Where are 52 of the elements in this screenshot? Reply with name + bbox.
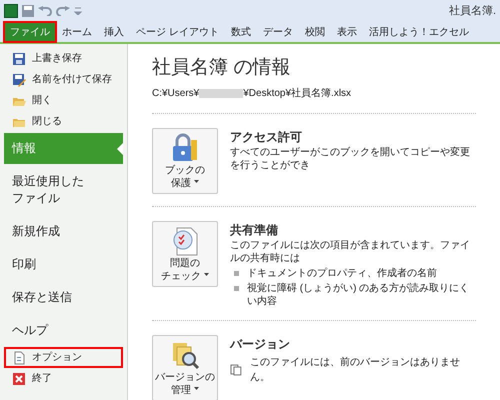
menu-item[interactable]: 新規作成 — [4, 216, 123, 247]
bullet-icon — [234, 286, 239, 290]
documents-icon — [230, 364, 242, 376]
ribbon-tab[interactable]: 挿入 — [98, 22, 130, 42]
bullet-icon — [234, 270, 239, 276]
selection-pointer-icon — [117, 142, 123, 154]
menu-item[interactable]: 終了 — [4, 368, 123, 389]
menu-item[interactable]: 情報 — [4, 133, 123, 164]
version-note: このファイルには、前のバージョンはありません。 — [250, 356, 461, 384]
ribbon-tab[interactable]: ファイル — [4, 22, 56, 42]
ribbon-tab[interactable]: 数式 — [224, 22, 257, 42]
ribbon-tab[interactable]: ページ レイアウト — [130, 22, 225, 42]
section-heading: バージョン — [230, 336, 291, 352]
redo-icon[interactable] — [56, 6, 70, 16]
page-heading: 社員名簿 の情報 — [152, 56, 292, 80]
blurred-redaction — [199, 88, 244, 98]
close-icon — [12, 372, 26, 386]
section-heading: 共有準備 — [230, 222, 279, 238]
bullet-text: ドキュメントのプロパティ、作成者の名前 — [247, 266, 437, 280]
section-description: このファイルには次の項目が含まれています。ファイルの共有時には — [230, 238, 471, 264]
window-title: 社員名簿. — [448, 4, 496, 19]
menu-item[interactable]: 閉じる — [4, 111, 123, 132]
menu-item[interactable]: ヘルプ — [4, 315, 123, 346]
dropdown-caret-icon — [204, 273, 209, 276]
section-description: すべてのユーザーがこのブックを開いてコピーや変更を行うことができ — [230, 146, 471, 172]
file-path: ¥Desktop¥社員名簿.xlsx — [243, 86, 352, 100]
save-icon[interactable] — [22, 5, 34, 17]
dropdown-button[interactable]: ブックの 保護 — [152, 128, 218, 194]
menu-item[interactable]: 名前を付けて保存 — [4, 69, 123, 90]
ribbon-tab[interactable]: 活用しよう！エクセル — [362, 22, 475, 42]
ribbon-tab[interactable]: データ — [256, 22, 299, 42]
ribbon-tab[interactable]: 校閲 — [298, 22, 331, 42]
floppy-pencil-icon — [12, 72, 26, 86]
ribbon-tab[interactable]: 表示 — [330, 22, 363, 42]
section-heading: アクセス許可 — [230, 128, 303, 146]
file-path: C:¥Users¥ — [152, 86, 200, 100]
bullet-text: 視覚に障碍 (しょうがい) のある方が読み取りにくい内容 — [247, 282, 470, 308]
menu-item[interactable]: 保存と送信 — [4, 282, 123, 313]
undo-icon[interactable] — [38, 6, 52, 16]
menu-item[interactable]: 上書き保存 — [4, 48, 123, 69]
spreadsheet-logo-icon[interactable] — [4, 4, 18, 18]
menu-item[interactable]: 最近使用した ファイル — [4, 166, 123, 214]
menu-item[interactable]: 開く — [4, 90, 123, 111]
dropdown-caret-icon — [194, 387, 199, 390]
dropdown-button[interactable]: バージョンの 管理 — [152, 334, 218, 400]
dropdown-caret-icon[interactable] — [74, 7, 82, 15]
document-icon — [12, 350, 26, 364]
menu-item[interactable]: 印刷 — [4, 249, 123, 280]
ribbon-tab[interactable]: ホーム — [56, 22, 98, 42]
dropdown-button[interactable]: 問題の チェック — [152, 220, 218, 286]
menu-item[interactable]: オプション — [4, 347, 123, 368]
dropdown-caret-icon — [194, 180, 199, 184]
